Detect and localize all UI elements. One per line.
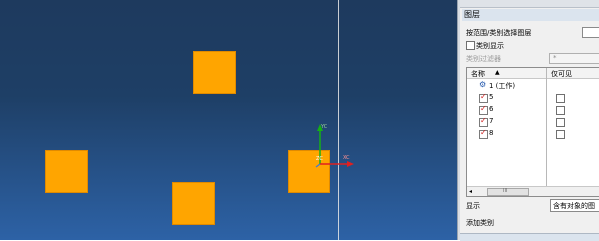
tree-row-layer-5[interactable]: 5 [467,92,599,104]
visible-only-checkbox[interactable] [556,118,565,127]
scroll-thumb[interactable]: III [487,188,529,196]
coordinate-triad: YC ZC XC [310,120,360,175]
add-category-label: 添加类别 [466,219,494,227]
layer-visible-checkbox-icon[interactable] [479,116,488,127]
work-layer-icon: ⚙ [479,80,487,89]
layer-visible-checkbox-icon[interactable] [479,92,488,103]
category-display-checkbox[interactable] [466,41,475,50]
category-display-label: 类别显示 [476,42,504,50]
select-by-range-input[interactable] [582,27,599,38]
tree-row-layer-7[interactable]: 7 [467,116,599,128]
panel-top-strip [460,0,599,8]
select-by-range-label: 按范围/类别选择图层 [466,29,532,37]
square-object[interactable] [45,150,88,193]
layer-settings-panel: 图层 按范围/类别选择图层 类别显示 类别过滤器 * 名称 ▲ 仅可见 ⚙ 1 … [460,0,599,240]
display-dropdown[interactable]: 含有对象的图 [550,199,599,212]
layer-tree[interactable]: 名称 ▲ 仅可见 ⚙ 1 (工作) 5 6 7 8 [466,67,599,197]
scroll-left-arrow-icon[interactable]: ◂ [469,188,472,195]
layer-visible-checkbox-icon[interactable] [479,128,488,139]
visible-only-checkbox[interactable] [556,94,565,103]
square-object[interactable] [193,51,236,94]
category-filter-value: * [553,54,557,62]
display-label: 显示 [466,202,480,210]
layer-label: 6 [489,105,494,113]
tree-horizontal-scrollbar[interactable]: ◂ III [467,186,599,196]
tree-row-layer-6[interactable]: 6 [467,104,599,116]
triad-x-label: XC [343,155,350,161]
category-filter-input[interactable]: * [549,53,599,64]
sort-ascending-icon: ▲ [495,69,500,76]
layer-section-header[interactable]: 图层 [462,9,599,21]
layer-label: 7 [489,117,494,125]
display-dropdown-value: 含有对象的图 [553,202,595,210]
visible-only-checkbox[interactable] [556,106,565,115]
tree-row-layer-1[interactable]: ⚙ 1 (工作) [467,80,599,92]
col-name-header[interactable]: 名称 [471,69,485,79]
tree-row-layer-8[interactable]: 8 [467,128,599,140]
triad-y-label: YC [321,124,328,130]
layer-label: 5 [489,93,494,101]
square-object[interactable] [172,182,215,225]
layer-visible-checkbox-icon[interactable] [479,104,488,115]
scroll-thumb-grip: III [503,188,508,194]
category-filter-label: 类别过滤器 [466,55,501,63]
layer-label: 1 (工作) [489,82,516,90]
layer-tree-header: 名称 ▲ 仅可见 [467,68,599,79]
triad-z-label: ZC [316,156,323,162]
graphics-viewport[interactable]: YC ZC XC [0,0,457,240]
col-visible-header[interactable]: 仅可见 [551,69,572,79]
visible-only-checkbox[interactable] [556,130,565,139]
layer-label: 8 [489,129,494,137]
